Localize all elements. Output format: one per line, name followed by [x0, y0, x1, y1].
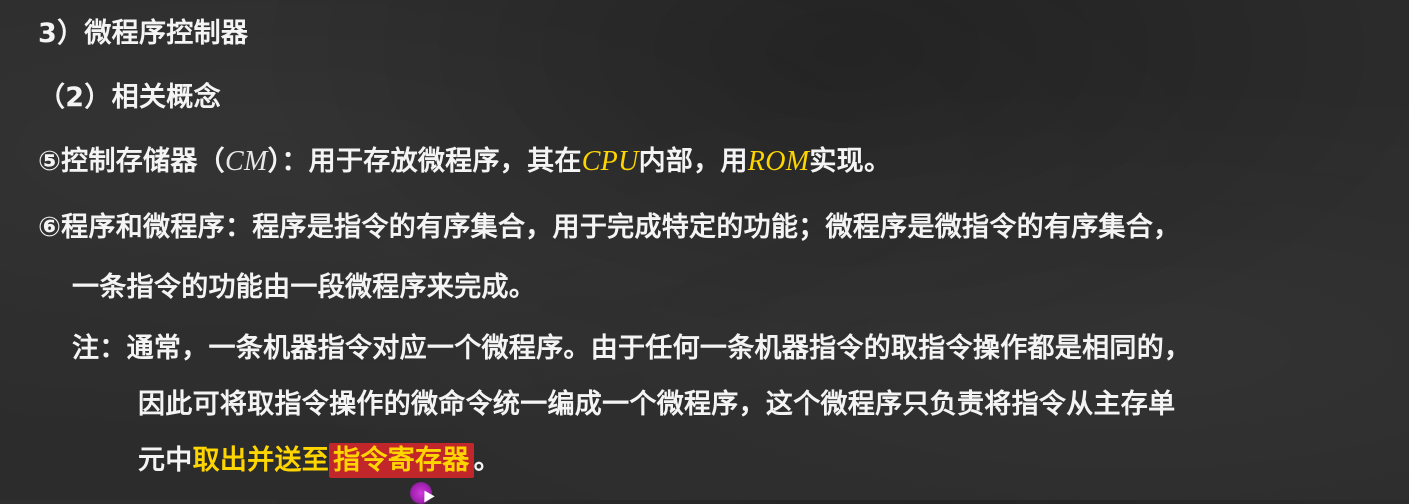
instruction-register-highlight: 指令寄存器: [329, 443, 474, 478]
subsection-heading: （2）相关概念: [38, 82, 221, 113]
item-5-mid1: ）：用于存放微程序，其在: [267, 146, 582, 177]
term-cpu: CPU: [581, 146, 639, 177]
note-line-3-prefix: 元中: [138, 445, 193, 476]
item-5-suffix: 实现。: [809, 146, 892, 177]
term-rom: ROM: [747, 146, 810, 177]
item-5-prefix: ⑤控制存储器（: [38, 146, 225, 177]
item-5-mid2: 内部，用: [638, 146, 748, 177]
note-line-2: 因此可将取指令操作的微命令统一编成一个微程序，这个微程序只负责将指令从主存单: [138, 389, 1176, 420]
item-6-line-1: ⑥程序和微程序：程序是指令的有序集合，用于完成特定的功能；微程序是微指令的有序集…: [38, 212, 1181, 243]
note-line-1: 注：通常，一条机器指令对应一个微程序。由于任何一条机器指令的取指令操作都是相同的…: [72, 333, 1192, 364]
item-5-control-memory: ⑤控制存储器（CM）：用于存放微程序，其在CPU内部，用ROM实现。: [38, 144, 891, 180]
note-yellow-phrase: 取出并送至: [192, 445, 330, 476]
note-line-3: 元中取出并送至 指令寄存器。: [138, 443, 501, 479]
note-line-3-suffix: 。: [473, 445, 501, 476]
term-cm: CM: [224, 146, 268, 177]
item-6-line-2: 一条指令的功能由一段微程序来完成。: [72, 272, 537, 303]
section-heading: 3）微程序控制器: [38, 18, 249, 49]
